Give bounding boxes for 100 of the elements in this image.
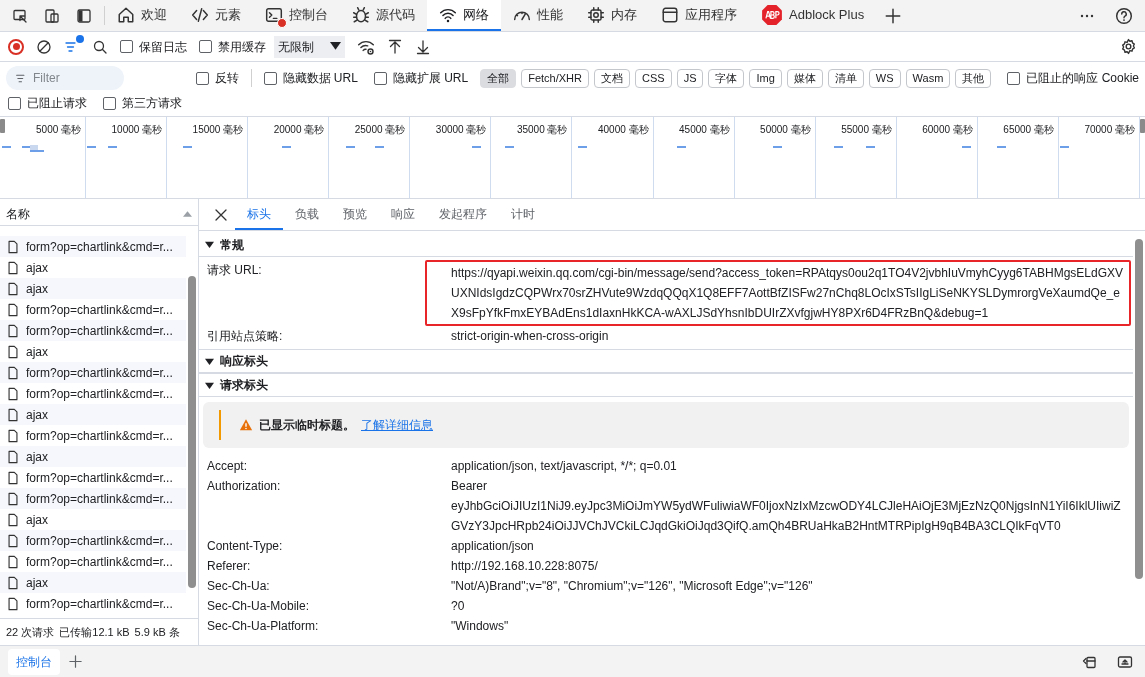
header-name: Accept: xyxy=(206,458,249,475)
upload-icon[interactable] xyxy=(387,38,403,55)
request-name: form?op=chartlink&cmd=r... xyxy=(26,469,173,487)
devtools-tab[interactable]: 应用程序 xyxy=(649,0,749,31)
checkbox[interactable] xyxy=(103,96,116,110)
file-icon xyxy=(6,533,20,548)
drawer-tab[interactable]: 控制台 xyxy=(8,648,60,675)
filter-chip[interactable]: WS xyxy=(868,68,901,88)
file-icon xyxy=(6,491,20,506)
device-toolbar-icon[interactable] xyxy=(44,7,60,24)
request-row[interactable]: ajax xyxy=(0,278,186,299)
filter-chip[interactable]: 其他 xyxy=(955,68,992,88)
download-icon[interactable] xyxy=(415,38,431,55)
inspect-icon[interactable] xyxy=(12,7,28,24)
help-icon[interactable] xyxy=(1115,6,1133,25)
undock-icon[interactable] xyxy=(1117,653,1133,670)
clear-icon[interactable] xyxy=(36,38,52,55)
detail-tab[interactable]: 计时 xyxy=(499,199,547,230)
filter-chip[interactable]: 字体 xyxy=(708,68,745,88)
devtools-tab[interactable]: 网络 xyxy=(427,0,501,31)
request-name: form?op=chartlink&cmd=r... xyxy=(26,238,173,256)
overview-handle[interactable] xyxy=(1140,119,1145,133)
devtools-tab[interactable]: Adblock Plus xyxy=(749,0,877,31)
devtools-tab[interactable]: 元素 xyxy=(179,0,253,31)
file-icon xyxy=(6,449,20,464)
filter-chip[interactable]: 文档 xyxy=(594,68,630,88)
detail-tab[interactable]: 负载 xyxy=(283,199,331,230)
filter-chip[interactable]: Img xyxy=(749,68,782,88)
header-name: Sec-Ch-Ua-Mobile: xyxy=(206,598,311,615)
request-name: form?op=chartlink&cmd=r... xyxy=(26,553,173,571)
sidebar-toggle-icon[interactable] xyxy=(76,7,92,24)
request-row[interactable]: ajax xyxy=(0,572,186,593)
filter-chip[interactable]: Wasm xyxy=(905,68,951,88)
checkbox-label: 保留日志 xyxy=(139,38,187,56)
file-icon xyxy=(6,554,20,569)
checkbox[interactable] xyxy=(8,96,21,110)
tick-label: 15000 毫秒 xyxy=(192,123,244,137)
filter-chip[interactable]: JS xyxy=(676,68,704,88)
devtools-tab[interactable]: 控制台 xyxy=(253,0,340,31)
filter-chip[interactable]: 清单 xyxy=(827,68,864,88)
file-icon xyxy=(6,428,20,443)
filter-chip[interactable]: 全部 xyxy=(480,68,517,88)
request-name: form?op=chartlink&cmd=r... xyxy=(26,532,173,550)
checkbox-label: 隐藏扩展 URL xyxy=(392,70,469,87)
learn-more-link[interactable]: 了解详细信息 xyxy=(361,416,433,434)
devtools-tab[interactable]: 性能 xyxy=(501,0,575,31)
detail-tab[interactable]: 响应 xyxy=(379,199,427,230)
request-row[interactable]: form?op=chartlink&cmd=r... xyxy=(0,320,186,341)
devtools-tab[interactable]: 源代码 xyxy=(340,0,427,31)
status-text: 22 次请求 xyxy=(6,624,55,640)
filter-chip[interactable]: 媒体 xyxy=(786,68,823,88)
checkbox[interactable] xyxy=(1007,71,1021,85)
detail-tab[interactable]: 发起程序 xyxy=(427,199,499,230)
checkbox-label: 已阻止的响应 Cookie xyxy=(1026,70,1139,87)
request-row[interactable]: ajax xyxy=(0,446,186,467)
settings-icon[interactable] xyxy=(1120,38,1137,55)
stop-sign-icon xyxy=(761,3,783,26)
filter-chip[interactable]: Fetch/XHR xyxy=(521,68,589,88)
throttling-select[interactable]: 无限制 xyxy=(274,35,345,58)
file-icon xyxy=(6,302,20,317)
devtools-tab[interactable]: 内存 xyxy=(575,0,649,31)
overview-handle[interactable] xyxy=(0,119,5,133)
checkbox[interactable] xyxy=(373,71,387,85)
header-value: "Windows" xyxy=(451,618,510,635)
file-icon xyxy=(6,239,20,254)
request-row[interactable]: form?op=chartlink&cmd=r... xyxy=(0,530,186,551)
devtools-tab[interactable]: 欢迎 xyxy=(105,0,179,31)
detail-tab[interactable]: 标头 xyxy=(235,199,283,230)
header-name: Sec-Ch-Ua-Platform: xyxy=(206,618,320,635)
request-row[interactable]: ajax xyxy=(0,404,186,425)
request-row[interactable]: form?op=chartlink&cmd=r... xyxy=(0,488,186,509)
file-icon xyxy=(6,407,20,422)
detail-tab[interactable]: 预览 xyxy=(331,199,379,230)
filter-chip[interactable]: CSS xyxy=(635,68,672,88)
add-tab-icon[interactable] xyxy=(68,654,83,669)
caret-icon xyxy=(330,42,341,51)
request-name: form?op=chartlink&cmd=r... xyxy=(26,301,173,319)
record-button[interactable] xyxy=(8,38,24,55)
search-icon[interactable] xyxy=(92,38,108,55)
checkbox[interactable] xyxy=(120,40,133,53)
section-header[interactable]: 响应标头 xyxy=(199,349,1133,373)
checkbox-label: 反转 xyxy=(214,70,239,87)
section-header[interactable]: 常规 xyxy=(199,233,1133,257)
file-icon xyxy=(6,323,20,338)
notice-text: 已显示临时标题。 xyxy=(259,417,355,434)
request-row[interactable]: form?op=chartlink&cmd=r... xyxy=(0,362,186,383)
checkbox[interactable] xyxy=(199,40,212,53)
checkbox[interactable] xyxy=(263,71,277,85)
checkbox-label: 第三方请求 xyxy=(122,95,182,112)
request-row[interactable]: form?op=chartlink&cmd=r... xyxy=(0,236,186,257)
section-header[interactable]: 请求标头 xyxy=(199,373,1133,397)
filter-field[interactable]: Filter xyxy=(6,66,124,90)
column-header[interactable]: 名称 xyxy=(6,204,30,223)
new-tab-icon[interactable] xyxy=(884,6,903,25)
tick-label: 20000 毫秒 xyxy=(273,123,325,137)
sort-arrow-icon[interactable] xyxy=(183,210,192,217)
checkbox[interactable] xyxy=(195,71,209,85)
triangle-icon xyxy=(205,240,214,249)
tick-label: 40000 毫秒 xyxy=(597,123,649,137)
bug-icon xyxy=(352,5,370,24)
